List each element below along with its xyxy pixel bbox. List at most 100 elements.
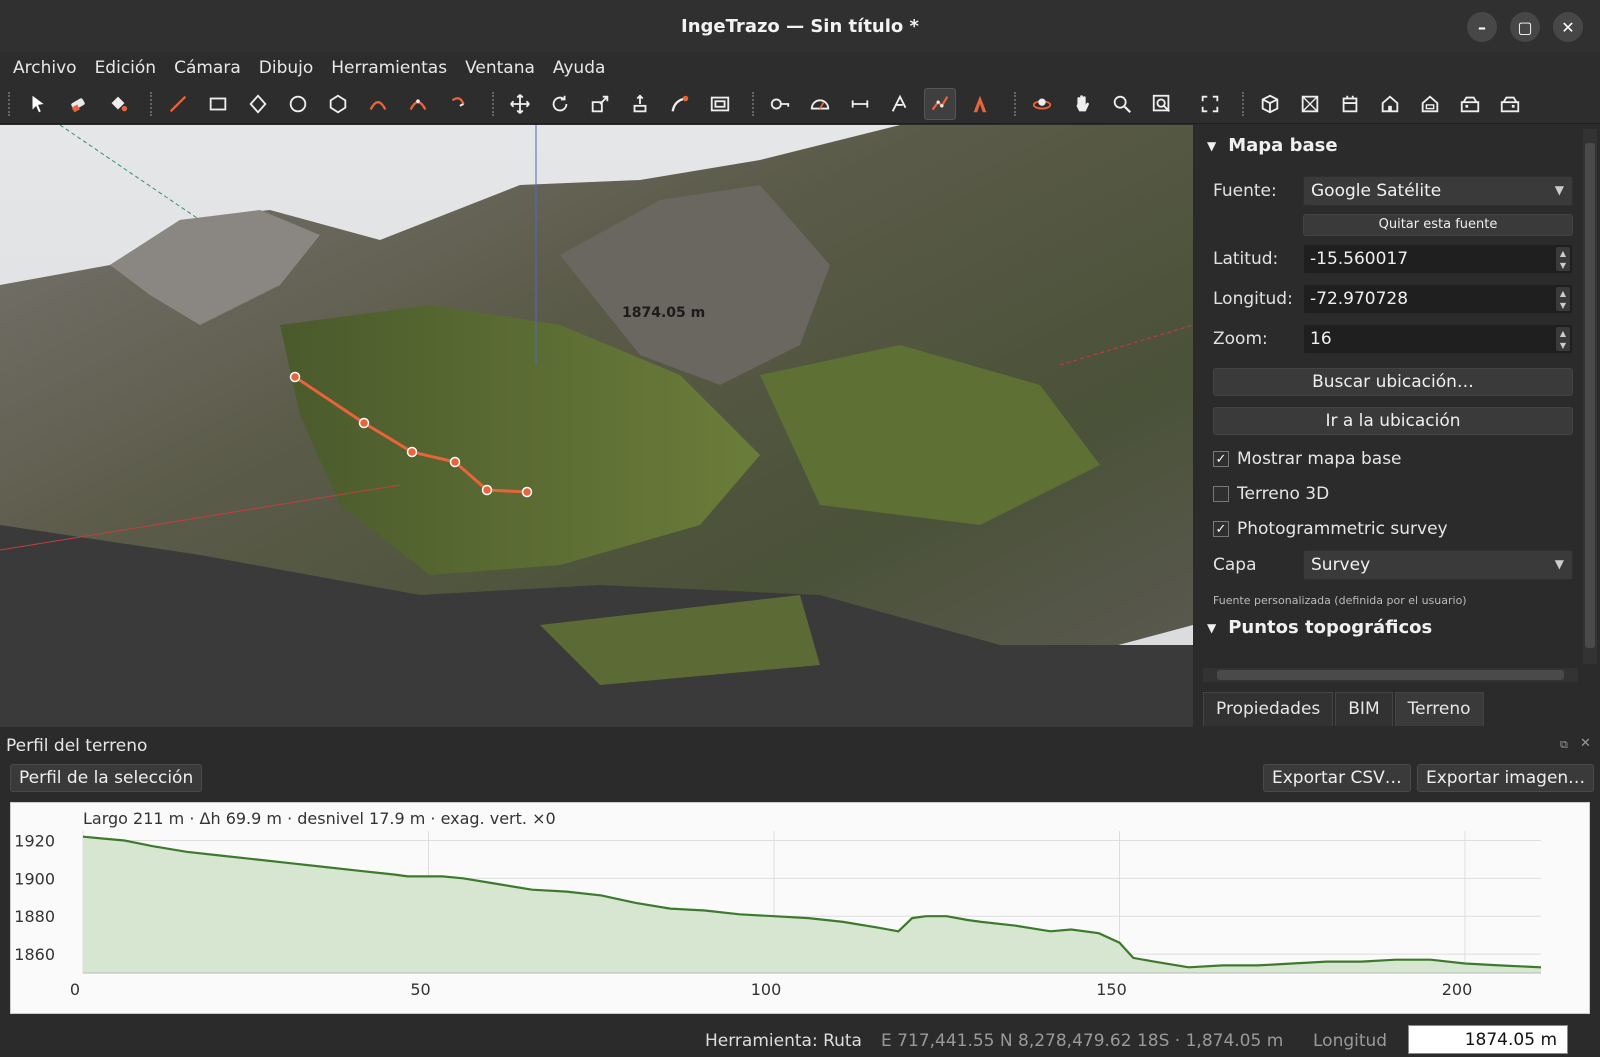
length-input[interactable]: 1874.05 m: [1408, 1025, 1568, 1054]
toolbar-grip[interactable]: [752, 92, 756, 116]
dimension-icon[interactable]: [844, 88, 876, 120]
spin-arrows-icon[interactable]: ▲ ▼: [1556, 327, 1570, 351]
menu-bar: Archivo Edición Cámara Dibujo Herramient…: [0, 52, 1600, 84]
iso-view-icon[interactable]: [1254, 88, 1286, 120]
menu-camara[interactable]: Cámara: [165, 58, 250, 78]
text-label-icon[interactable]: [884, 88, 916, 120]
spin-arrows-icon[interactable]: ▲ ▼: [1556, 247, 1570, 271]
properties-panel: ▼ Mapa base Fuente: Google Satélite ▼ Quit…: [1195, 125, 1600, 727]
route-vertex[interactable]: [521, 486, 533, 498]
longitud-input[interactable]: -72.970728 ▲ ▼: [1303, 284, 1573, 314]
rotate-tool-icon[interactable]: [544, 88, 576, 120]
spin-arrows-icon[interactable]: ▲ ▼: [1556, 287, 1570, 311]
line-tool-icon[interactable]: [162, 88, 194, 120]
menu-edicion[interactable]: Edición: [86, 58, 166, 78]
scrollbar-thumb[interactable]: [1585, 143, 1595, 648]
vertical-scrollbar[interactable]: [1583, 129, 1597, 664]
route-tool-icon[interactable]: [924, 88, 956, 120]
polygon-tool-icon[interactable]: [322, 88, 354, 120]
check-icon: ✓: [1213, 451, 1229, 467]
tape-measure-icon[interactable]: [764, 88, 796, 120]
pie-arc-icon[interactable]: [442, 88, 474, 120]
x-tick-label: 200: [1442, 980, 1473, 999]
right-view-icon[interactable]: [1374, 88, 1406, 120]
terrain-scene[interactable]: [0, 125, 1193, 727]
menu-ventana[interactable]: Ventana: [456, 58, 544, 78]
x-tick-label: 150: [1096, 980, 1127, 999]
offset-tool-icon[interactable]: [704, 88, 736, 120]
quitar-fuente-button[interactable]: Quitar esta fuente: [1303, 214, 1573, 236]
route-vertex[interactable]: [358, 417, 370, 429]
toolbar-grip[interactable]: [1242, 92, 1246, 116]
photogrammetric-checkbox[interactable]: ✓ Photogrammetric survey: [1213, 519, 1448, 539]
move-tool-icon[interactable]: [504, 88, 536, 120]
exportar-imagen-button[interactable]: Exportar imagen…: [1417, 764, 1595, 792]
route-vertex[interactable]: [449, 456, 461, 468]
capa-select[interactable]: Survey ▼: [1303, 550, 1573, 580]
front-view-icon[interactable]: [1334, 88, 1366, 120]
select-tool-icon[interactable]: [22, 88, 54, 120]
zoom-extents-icon[interactable]: [1194, 88, 1226, 120]
ir-ubicacion-button[interactable]: Ir a la ubicación: [1213, 407, 1573, 435]
section-puntos-topograficos[interactable]: ▼ Puntos topográficos: [1207, 617, 1432, 638]
exportar-csv-button[interactable]: Exportar CSV…: [1263, 764, 1411, 792]
push-pull-icon[interactable]: [624, 88, 656, 120]
perfil-seleccion-button[interactable]: Perfil de la selección: [10, 764, 203, 792]
close-icon[interactable]: ✕: [1553, 12, 1583, 42]
scrollbar-thumb[interactable]: [1217, 670, 1564, 680]
latitud-input[interactable]: -15.560017 ▲ ▼: [1303, 244, 1573, 274]
chevron-down-icon: ▼: [1554, 183, 1564, 197]
protractor-icon[interactable]: [804, 88, 836, 120]
menu-dibujo[interactable]: Dibujo: [250, 58, 323, 78]
eraser-tool-icon[interactable]: [62, 88, 94, 120]
minimize-icon[interactable]: –: [1467, 12, 1497, 42]
toolbar-grip[interactable]: [150, 92, 154, 116]
menu-ayuda[interactable]: Ayuda: [544, 58, 615, 78]
tab-bim[interactable]: BIM: [1335, 692, 1393, 726]
profile-chart[interactable]: 1860 1880 1900 1920 0 50 100 150 200 Largo 211 m…: [10, 802, 1590, 1014]
float-dock-icon[interactable]: ⧉: [1560, 738, 1568, 752]
orbit-icon[interactable]: [1026, 88, 1058, 120]
collapse-arrow-icon[interactable]: ▼: [1207, 621, 1216, 635]
arc-tool-icon[interactable]: [362, 88, 394, 120]
toolbar-grip[interactable]: [492, 92, 496, 116]
fuente-select[interactable]: Google Satélite ▼: [1303, 176, 1573, 206]
toolbar-grip[interactable]: [8, 92, 12, 116]
horizontal-scrollbar[interactable]: [1203, 668, 1578, 682]
route-vertex[interactable]: [406, 446, 418, 458]
pan-hand-icon[interactable]: [1066, 88, 1098, 120]
terreno-3d-checkbox[interactable]: Terreno 3D: [1213, 484, 1329, 504]
menu-archivo[interactable]: Archivo: [4, 58, 86, 78]
follow-me-icon[interactable]: [664, 88, 696, 120]
scale-tool-icon[interactable]: [584, 88, 616, 120]
maximize-icon[interactable]: ▢: [1510, 12, 1540, 42]
paint-bucket-icon[interactable]: [102, 88, 134, 120]
zoom-window-icon[interactable]: [1146, 88, 1178, 120]
three-point-arc-icon[interactable]: [402, 88, 434, 120]
route-vertex[interactable]: [481, 484, 493, 496]
mostrar-mapa-checkbox[interactable]: ✓ Mostrar mapa base: [1213, 449, 1402, 469]
3d-viewport[interactable]: 1874.05 m: [0, 125, 1193, 727]
bottom-view-icon[interactable]: [1494, 88, 1526, 120]
latitud-label: Latitud:: [1213, 249, 1279, 269]
collapse-arrow-icon[interactable]: ▼: [1207, 139, 1216, 153]
zoom-icon[interactable]: [1106, 88, 1138, 120]
buscar-ubicacion-button[interactable]: Buscar ubicación…: [1213, 368, 1573, 396]
zoom-input[interactable]: 16 ▲ ▼: [1303, 324, 1573, 354]
rectangle-tool-icon[interactable]: [202, 88, 234, 120]
tab-terreno[interactable]: Terreno: [1394, 692, 1484, 726]
section-mapa-base[interactable]: ▼ Mapa base: [1207, 135, 1338, 156]
3d-text-icon[interactable]: [964, 88, 996, 120]
left-view-icon[interactable]: [1454, 88, 1486, 120]
route-vertex[interactable]: [289, 371, 301, 383]
circle-tool-icon[interactable]: [282, 88, 314, 120]
menu-herramientas[interactable]: Herramientas: [322, 58, 456, 78]
close-dock-icon[interactable]: ✕: [1580, 736, 1591, 751]
rotated-rect-tool-icon[interactable]: [242, 88, 274, 120]
tab-propiedades[interactable]: Propiedades: [1203, 692, 1334, 726]
back-view-icon[interactable]: [1414, 88, 1446, 120]
y-tick-label: 1860: [14, 945, 55, 964]
title-bar: IngeTrazo — Sin título * – ▢ ✕: [0, 0, 1600, 52]
top-view-icon[interactable]: [1294, 88, 1326, 120]
toolbar-grip[interactable]: [1014, 92, 1018, 116]
